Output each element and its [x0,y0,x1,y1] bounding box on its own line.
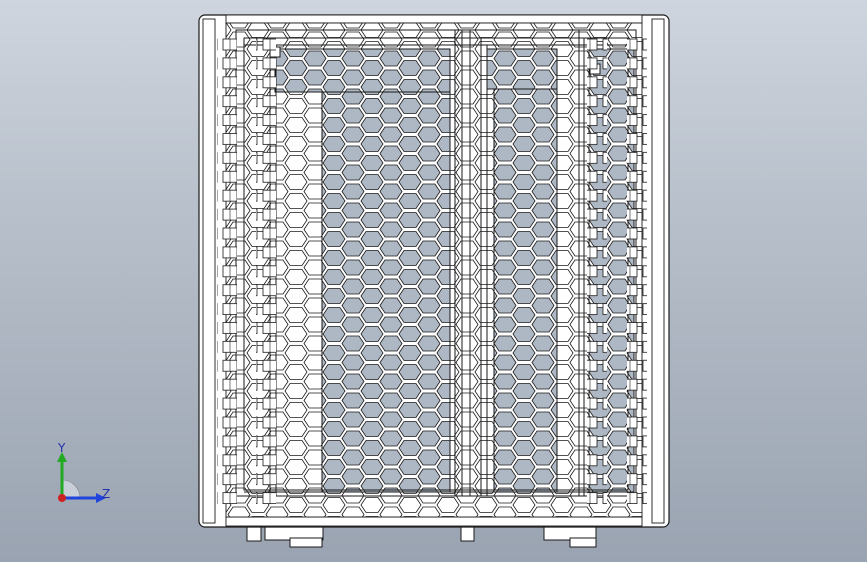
left-side-panel [202,18,216,524]
left-tab-column-2 [256,36,276,504]
cabinet-feet [246,525,597,548]
cad-viewport[interactable]: Y Z [0,0,867,562]
foot-left-tab [289,537,323,548]
y-axis-label: Y [57,441,66,455]
opening-left-top [274,48,451,93]
foot-right-tab [569,537,597,548]
bottom-rail [225,516,643,527]
right-side-panel [651,18,665,524]
z-axis-label: Z [102,487,110,501]
cabinet-model[interactable] [0,0,867,562]
axis-triad: Y Z [57,441,110,503]
opening-right-main [493,88,558,493]
x-axis-dot [58,494,66,502]
foot-center [460,525,475,542]
left-tab-column [217,36,237,504]
opening-left-main [321,91,451,493]
opening-right-top [486,48,558,90]
foot-left-small [246,525,262,542]
right-tab-column-2 [587,36,607,504]
right-tab-column [627,36,647,504]
top-rail [225,14,643,24]
